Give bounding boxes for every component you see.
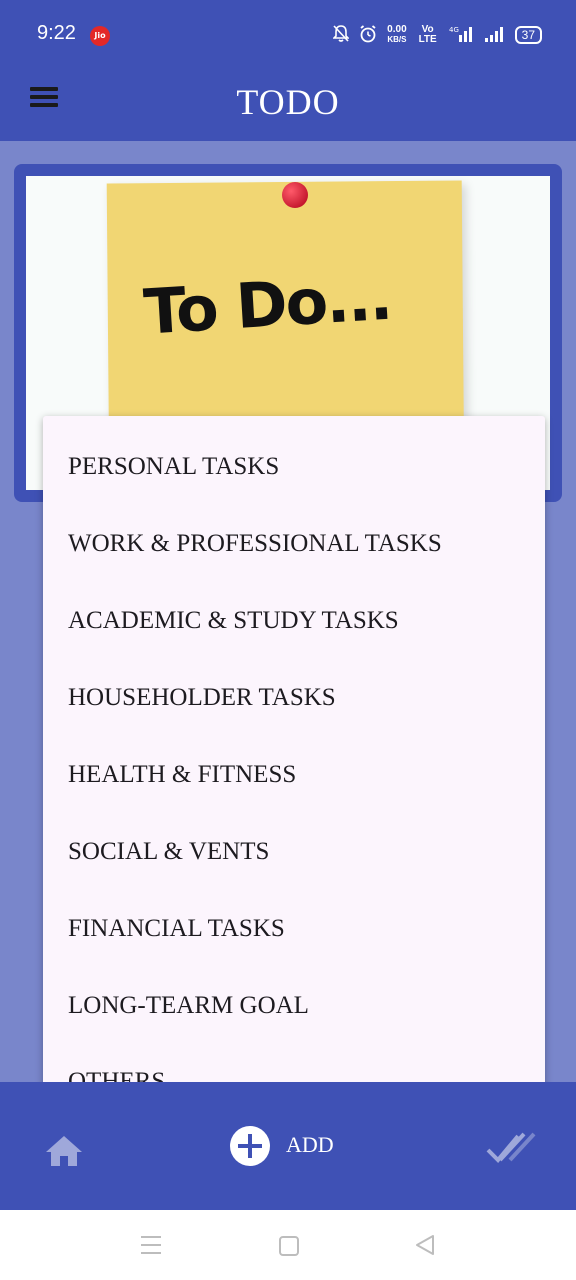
home-icon[interactable]: [44, 1134, 84, 1168]
system-navigation-bar: [0, 1210, 576, 1280]
menu-item-social-vents[interactable]: SOCIAL & VENTS: [43, 813, 545, 890]
net-speed: 0.00 KB/S: [387, 25, 406, 45]
done-all-icon[interactable]: [486, 1128, 538, 1168]
signal-icon: [484, 25, 505, 46]
bottom-navigation: ADD: [0, 1082, 576, 1210]
net-speed-value: 0.00: [387, 24, 407, 35]
menu-item-personal-tasks[interactable]: PERSONAL TASKS: [43, 428, 545, 505]
mute-bell-icon: [332, 24, 351, 46]
volte-icon: Vo LTE: [418, 24, 437, 45]
sticky-note-text: To Do...: [141, 260, 393, 349]
signal-4g-icon: 4G: [449, 25, 475, 46]
menu-item-financial-tasks[interactable]: FINANCIAL TASKS: [43, 890, 545, 967]
svg-text:4G: 4G: [449, 26, 459, 34]
app-title: TODO: [236, 82, 340, 122]
jio-carrier-icon: Jio: [90, 26, 110, 46]
app-bar: TODO: [0, 68, 576, 141]
add-button[interactable]: [230, 1126, 270, 1166]
net-speed-unit: KB/S: [387, 35, 407, 44]
battery-icon: 37: [514, 26, 542, 44]
status-bar: 9:22 Jio 0.00 KB/S Vo LTE 4G 37: [0, 0, 576, 68]
recent-apps-icon[interactable]: [141, 1236, 161, 1254]
status-icons: 0.00 KB/S Vo LTE 4G 37: [332, 22, 542, 48]
system-home-icon[interactable]: [279, 1236, 299, 1256]
category-dropdown-menu: PERSONAL TASKS WORK & PROFESSIONAL TASKS…: [43, 416, 545, 1132]
add-label[interactable]: ADD: [286, 1132, 334, 1158]
menu-item-academic-study-tasks[interactable]: ACADEMIC & STUDY TASKS: [43, 582, 545, 659]
menu-item-long-tearm-goal[interactable]: LONG-TEARM GOAL: [43, 967, 545, 1044]
back-icon[interactable]: [414, 1234, 436, 1256]
menu-item-health-fitness[interactable]: HEALTH & FITNESS: [43, 736, 545, 813]
push-pin-icon: [282, 182, 308, 208]
status-time: 9:22: [37, 22, 76, 44]
menu-item-work-professional-tasks[interactable]: WORK & PROFESSIONAL TASKS: [43, 505, 545, 582]
alarm-icon: [359, 24, 377, 46]
menu-item-householder-tasks[interactable]: HOUSEHOLDER TASKS: [43, 659, 545, 736]
